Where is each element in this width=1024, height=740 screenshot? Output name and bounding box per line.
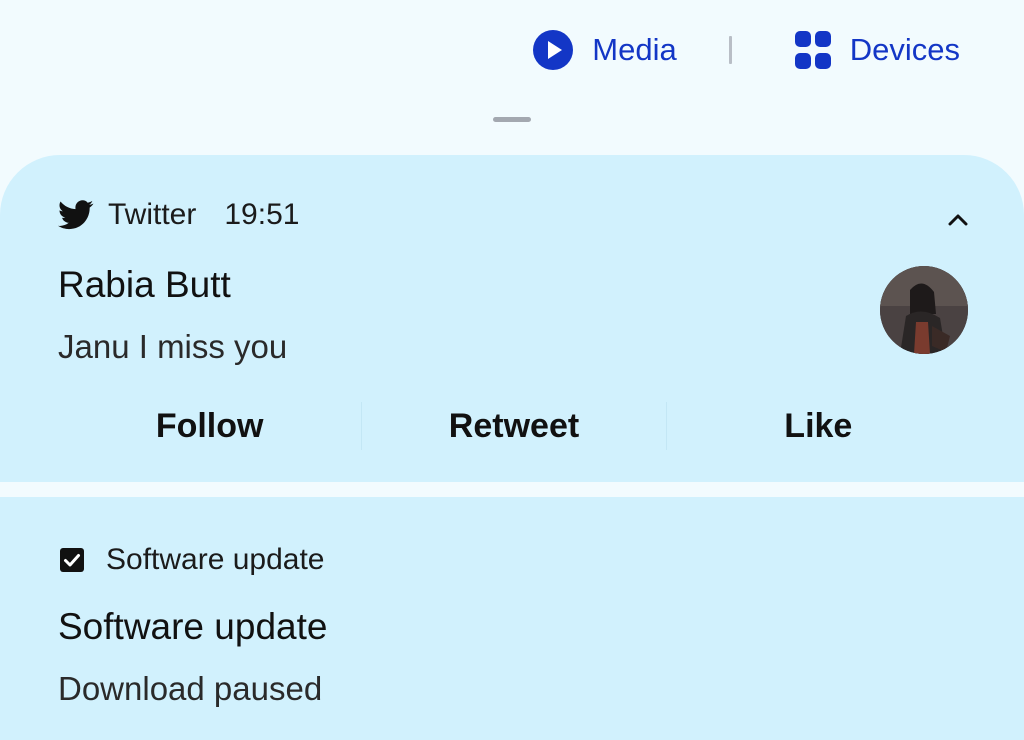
software-update-app-name: Software update bbox=[106, 543, 325, 576]
software-update-text: Download paused bbox=[58, 670, 323, 707]
devices-label: Devices bbox=[849, 32, 960, 67]
devices-button[interactable]: Devices bbox=[794, 30, 960, 70]
chevron-up-icon bbox=[948, 214, 968, 226]
like-button[interactable]: Like bbox=[667, 407, 970, 446]
twitter-bird-icon bbox=[58, 200, 94, 230]
notification-time: 19:51 bbox=[224, 198, 300, 231]
follow-button[interactable]: Follow bbox=[58, 407, 361, 446]
twitter-notification-text: Janu I miss you bbox=[58, 328, 288, 365]
devices-grid-icon bbox=[794, 31, 831, 69]
notification-actions: Follow Retweet Like bbox=[58, 396, 970, 456]
twitter-app-name: Twitter bbox=[108, 198, 197, 231]
quick-buttons-row: Media Devices bbox=[532, 22, 960, 78]
software-update-title: Software update bbox=[58, 606, 328, 647]
retweet-button[interactable]: Retweet bbox=[362, 407, 665, 446]
drag-handle[interactable] bbox=[493, 117, 531, 122]
checkbox-icon bbox=[60, 548, 84, 572]
avatar bbox=[880, 266, 968, 354]
quick-buttons-divider bbox=[728, 36, 732, 64]
software-update-app-row: Software update bbox=[58, 543, 324, 577]
media-button[interactable]: Media bbox=[532, 29, 677, 71]
twitter-notification-title: Rabia Butt bbox=[58, 264, 231, 305]
media-label: Media bbox=[592, 32, 677, 67]
collapse-button[interactable] bbox=[940, 205, 976, 235]
play-circle-icon bbox=[533, 30, 574, 70]
twitter-app-row: Twitter 19:51 bbox=[58, 198, 299, 232]
notification-panel: Media Devices Twitter 19:51 Rabia Butt J… bbox=[0, 0, 1024, 740]
